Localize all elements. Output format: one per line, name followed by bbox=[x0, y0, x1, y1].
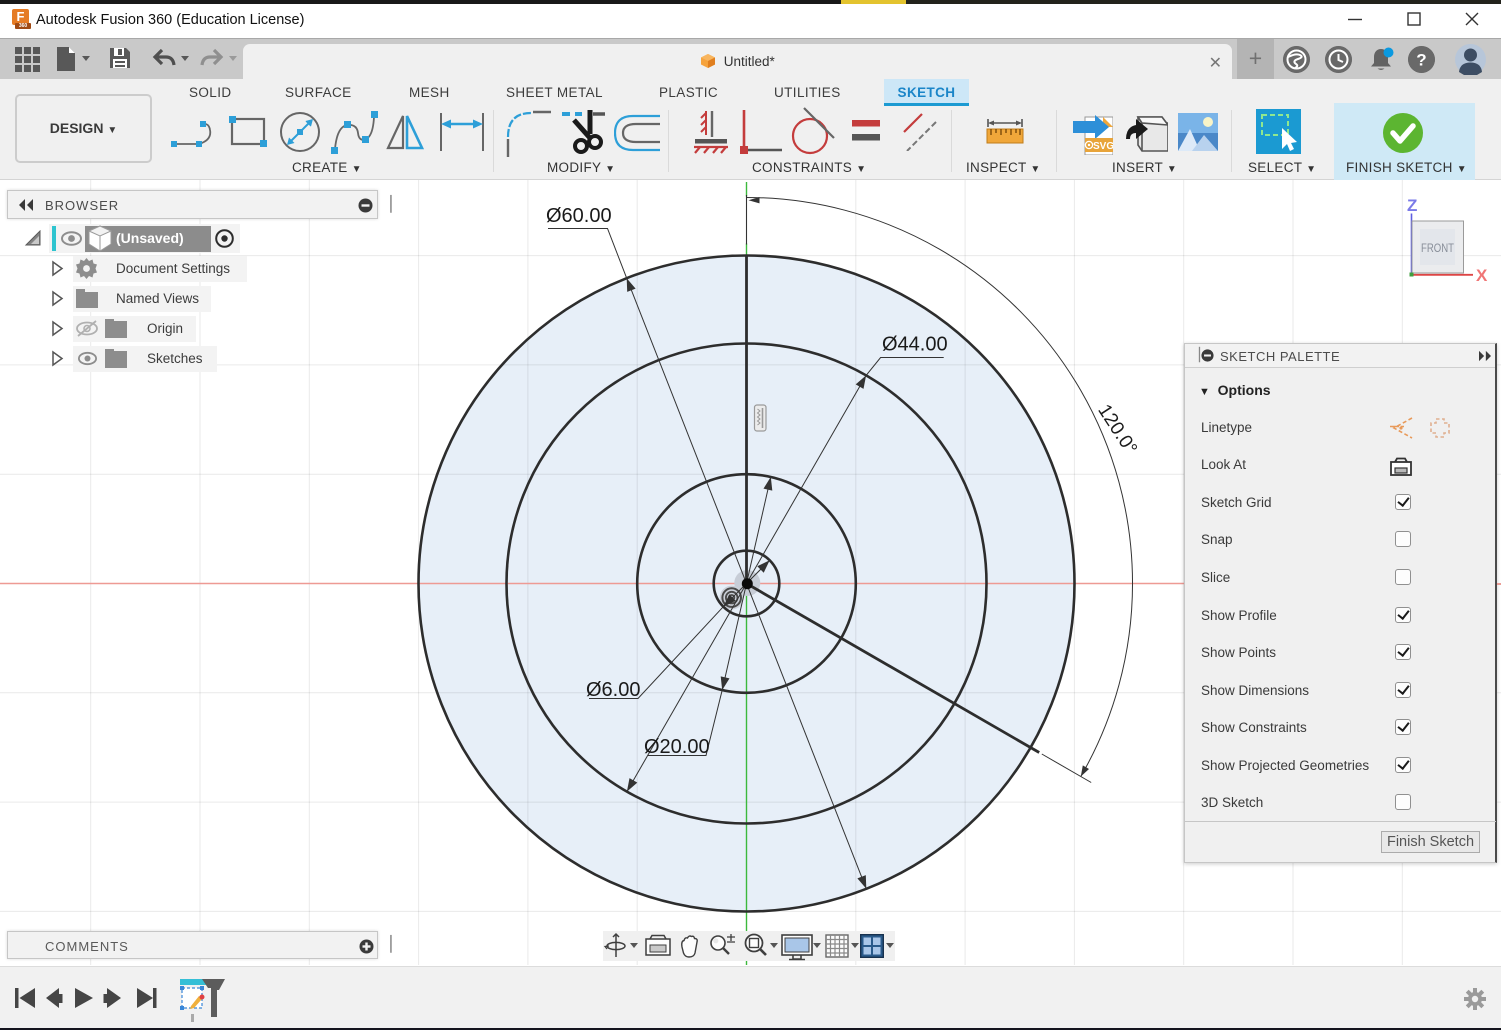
svg-text:X: X bbox=[1476, 266, 1488, 285]
svg-text:Ø20.00: Ø20.00 bbox=[644, 736, 710, 758]
svg-text:Ø60.00: Ø60.00 bbox=[546, 205, 612, 227]
svg-text:Ø6.00: Ø6.00 bbox=[586, 679, 640, 701]
svg-text:FRONT: FRONT bbox=[1421, 241, 1455, 255]
svg-text:Ø44.00: Ø44.00 bbox=[882, 334, 948, 356]
svg-text:SVG: SVG bbox=[1093, 141, 1113, 152]
svg-text:Z: Z bbox=[1407, 196, 1417, 215]
svg-text:?: ? bbox=[1416, 51, 1426, 70]
